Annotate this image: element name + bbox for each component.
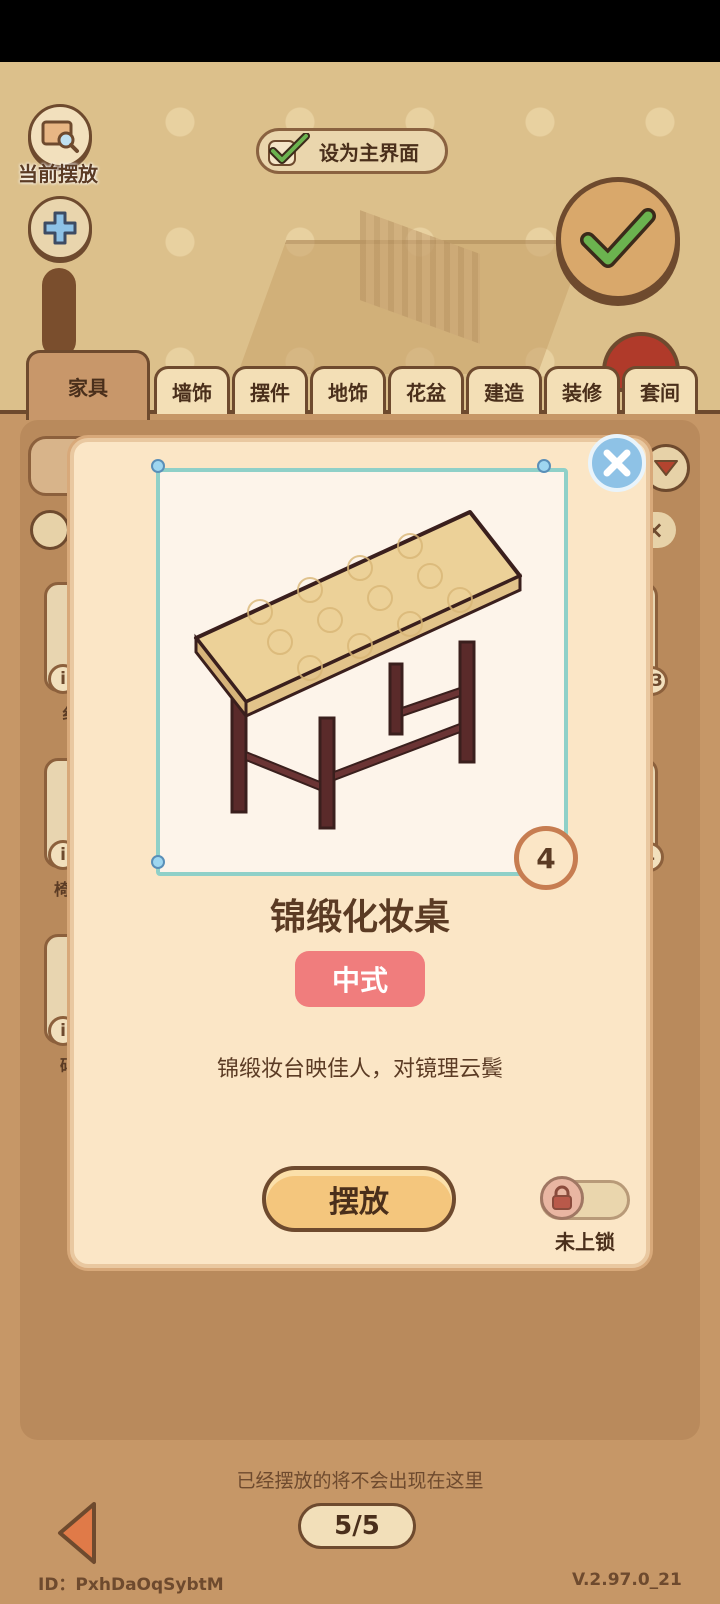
tab-label: 建造 — [484, 381, 524, 405]
close-dialog-button[interactable] — [588, 434, 646, 492]
set-main-label: 设为主界面 — [319, 140, 419, 165]
tab-label: 墙饰 — [172, 381, 212, 405]
item-quantity-badge: 4 — [514, 826, 578, 890]
frame-corner-ornament — [150, 848, 172, 870]
tab-wall-decor[interactable]: 墙饰 — [154, 366, 230, 414]
checkmark-icon — [580, 208, 656, 268]
tab-label: 套间 — [640, 381, 680, 405]
close-icon — [603, 449, 631, 477]
prev-page-button[interactable] — [54, 1500, 100, 1570]
tab-label: 家具 — [68, 376, 108, 400]
tab-label: 装修 — [562, 381, 602, 405]
user-id: ID：PxhDaOqSybtM — [38, 1575, 224, 1595]
item-preview-frame — [156, 468, 568, 876]
tab-suites[interactable]: 套间 — [622, 366, 698, 414]
chevron-down-icon — [654, 460, 678, 476]
arrow-left-icon — [58, 1502, 96, 1564]
vanity-table-image — [194, 510, 522, 830]
set-main-checkbox[interactable]: 设为主界面 — [256, 128, 448, 174]
frame-corner-ornament — [530, 458, 552, 480]
add-button[interactable] — [28, 196, 92, 260]
place-button[interactable]: 摆放 — [262, 1166, 456, 1232]
item-card-name: 椅 — [54, 880, 71, 899]
search-card-icon — [41, 120, 79, 153]
tab-label: 摆件 — [250, 381, 290, 405]
tab-renovate[interactable]: 装修 — [544, 366, 620, 414]
tab-label: 花盆 — [406, 381, 446, 405]
tab-label: 地饰 — [328, 381, 368, 405]
current-placed-label: 当前摆放 — [18, 162, 98, 186]
tab-floor-decor[interactable]: 地饰 — [310, 366, 386, 414]
item-name: 锦缎化妆桌 — [269, 897, 450, 938]
plus-icon — [43, 211, 77, 245]
frame-corner-ornament — [150, 458, 172, 480]
version-label: V.2.97.0_21 — [572, 1570, 682, 1590]
confirm-button[interactable] — [556, 177, 680, 301]
tab-furniture[interactable]: 家具 — [26, 350, 150, 420]
placed-hint: 已经摆放的将不会出现在这里 — [236, 1470, 484, 1492]
style-tag: 中式 — [295, 951, 425, 1007]
lock-icon[interactable] — [540, 1176, 584, 1220]
page-indicator: 5/5 — [298, 1503, 416, 1549]
tab-flowerpots[interactable]: 花盆 — [388, 366, 464, 414]
status-bar — [0, 0, 720, 62]
tab-ornaments[interactable]: 摆件 — [232, 366, 308, 414]
drawer-handle[interactable] — [42, 268, 76, 358]
item-description: 锦缎妆台映佳人，对镜理云鬓 — [216, 1057, 503, 1082]
tab-build[interactable]: 建造 — [466, 366, 542, 414]
lock-status-label: 未上锁 — [555, 1230, 615, 1254]
search-icon[interactable] — [30, 510, 70, 550]
check-icon — [268, 133, 310, 166]
